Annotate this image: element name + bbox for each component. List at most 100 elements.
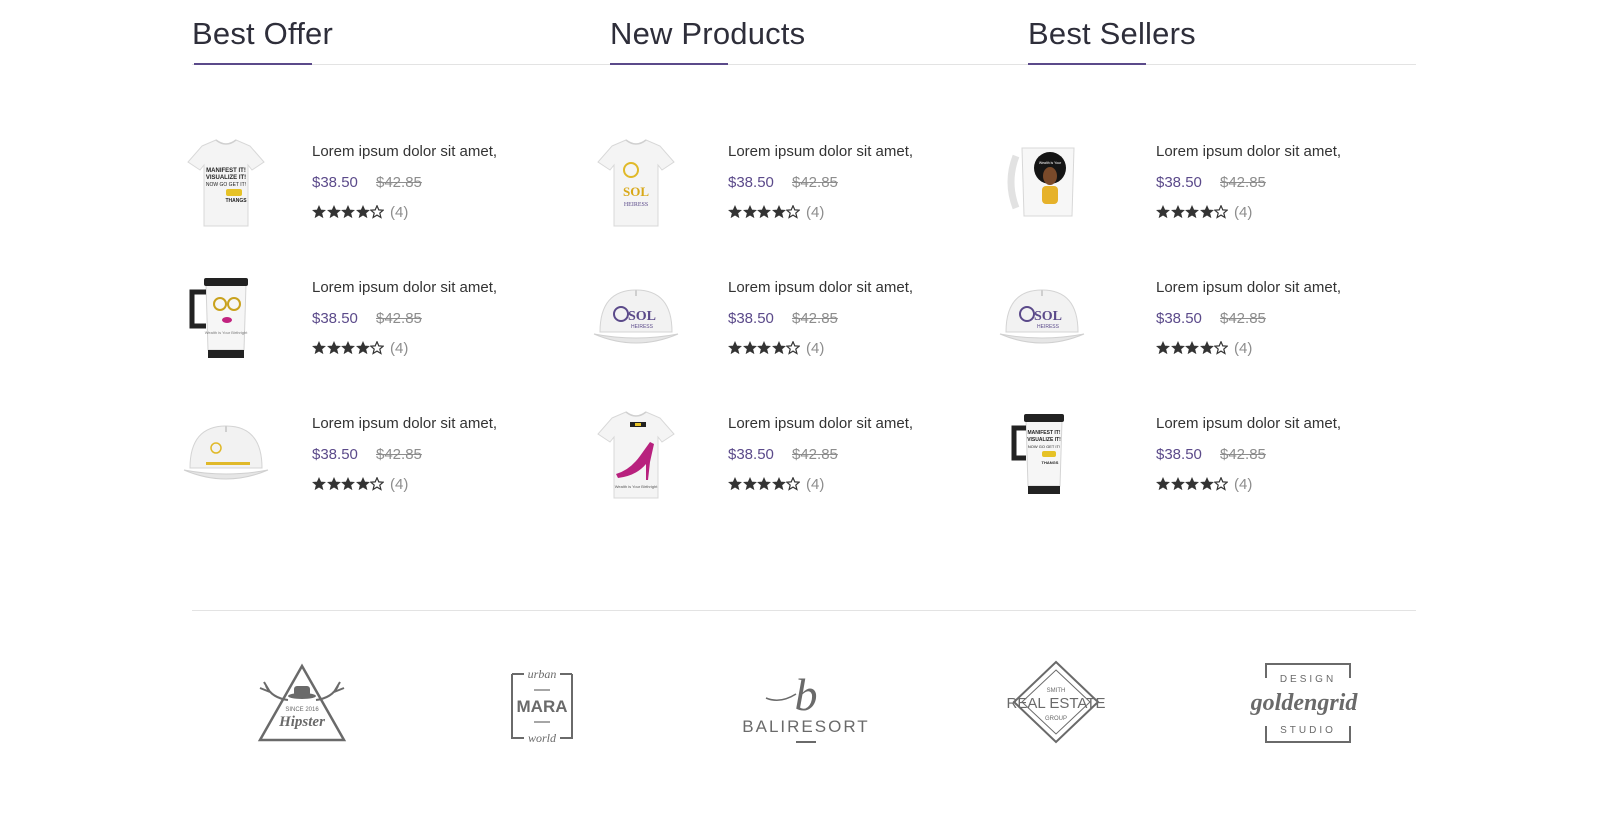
product-title-link[interactable]: Lorem ipsum dolor sit amet,: [1156, 415, 1341, 432]
svg-text:SOL: SOL: [628, 309, 656, 324]
product-title-link[interactable]: Lorem ipsum dolor sit amet,: [728, 279, 913, 296]
star-filled-icon: [312, 477, 326, 491]
svg-text:goldengrid: goldengrid: [1250, 690, 1359, 716]
heading-accent: [1028, 63, 1146, 65]
product-rating: [1156, 476, 1229, 492]
svg-text:MANIFEST IT!: MANIFEST IT!: [1027, 430, 1060, 436]
review-count: (4): [390, 476, 409, 493]
star-empty-icon: [786, 341, 800, 355]
goldengrid-logo: DESIGN goldengrid STUDIO: [1250, 663, 1359, 743]
column-title: New Products: [610, 16, 806, 51]
star-filled-icon: [1156, 477, 1170, 491]
product-item[interactable]: Wealth is Your Birthright Lorem ipsum dol…: [189, 268, 592, 378]
product-old-price: $42.85: [1220, 446, 1266, 463]
heading-accent: [194, 63, 312, 65]
product-price: $38.50: [1156, 310, 1202, 327]
product-price: $38.50: [312, 446, 358, 463]
product-item[interactable]: MANIFEST IT! VISUALIZE IT! NOW GO GET IT…: [1011, 404, 1428, 514]
new-products-column: New Products SOL HEIRESS Lorem ipsum dolo…: [593, 0, 1010, 520]
product-old-price: $42.85: [1220, 174, 1266, 191]
svg-text:b: b: [795, 669, 818, 720]
star-filled-icon: [1156, 341, 1170, 355]
svg-text:HEIRESS: HEIRESS: [1037, 324, 1060, 330]
hipster-logo: SINCE 2016 Hipster: [257, 663, 347, 742]
svg-text:MANIFEST IT!: MANIFEST IT!: [206, 168, 246, 174]
product-image[interactable]: Wealth is Your: [992, 132, 1092, 232]
star-filled-icon: [728, 341, 742, 355]
svg-text:Wealth is Your: Wealth is Your: [1039, 161, 1062, 165]
review-count: (4): [806, 476, 825, 493]
star-filled-icon: [728, 477, 742, 491]
product-item[interactable]: SOL HEIRESS Lorem ipsum dolor sit amet, $3…: [999, 268, 1428, 378]
star-filled-icon: [326, 477, 341, 491]
product-old-price: $42.85: [792, 174, 838, 191]
star-filled-icon: [326, 341, 341, 355]
star-filled-icon: [742, 477, 757, 491]
star-filled-icon: [771, 341, 786, 355]
svg-text:THANGS: THANGS: [1042, 460, 1059, 465]
product-image[interactable]: [176, 404, 276, 504]
star-empty-icon: [370, 341, 384, 355]
column-title: Best Offer: [192, 16, 333, 51]
star-filled-icon: [341, 477, 355, 491]
product-image[interactable]: SOL HEIRESS: [586, 132, 686, 232]
star-filled-icon: [742, 341, 757, 355]
product-image[interactable]: MANIFEST IT! VISUALIZE IT! NOW GO GET IT…: [176, 132, 276, 232]
review-count: (4): [390, 340, 409, 357]
svg-text:DESIGN: DESIGN: [1280, 674, 1336, 685]
brand-logo-mara[interactable]: urban MARA world: [502, 660, 582, 760]
product-price: $38.50: [312, 310, 358, 327]
brand-logo-hipster[interactable]: SINCE 2016 Hipster: [252, 660, 352, 760]
product-title-link[interactable]: Lorem ipsum dolor sit amet,: [1156, 143, 1341, 160]
brand-logos: SINCE 2016 Hipster urban MARA world b BA…: [0, 660, 1600, 760]
product-old-price: $42.85: [376, 446, 422, 463]
best-offer-column: Best Offer MANIFEST IT! VISUALIZE IT! NO…: [183, 0, 1416, 520]
brand-logo-real-estate[interactable]: SMITH REAL ESTATE GROUP: [1006, 660, 1106, 760]
product-title-link[interactable]: Lorem ipsum dolor sit amet,: [1156, 279, 1341, 296]
svg-text:NOW GO GET IT!: NOW GO GET IT!: [206, 182, 246, 188]
product-title-link[interactable]: Lorem ipsum dolor sit amet,: [728, 415, 913, 432]
product-title-link[interactable]: Lorem ipsum dolor sit amet,: [312, 279, 497, 296]
product-image[interactable]: SOL HEIRESS: [992, 268, 1092, 368]
column-title: Best Sellers: [1028, 16, 1196, 51]
heading-accent: [610, 63, 728, 65]
star-filled-icon: [1185, 205, 1199, 219]
svg-text:HEIRESS: HEIRESS: [624, 202, 648, 208]
star-filled-icon: [1199, 477, 1214, 491]
star-empty-icon: [786, 205, 800, 219]
brand-logo-goldengrid[interactable]: DESIGN goldengrid STUDIO: [1246, 660, 1362, 760]
product-image[interactable]: Wealth is Your Birthright: [586, 404, 686, 504]
review-count: (4): [806, 204, 825, 221]
star-filled-icon: [742, 205, 757, 219]
product-title-link[interactable]: Lorem ipsum dolor sit amet,: [312, 415, 497, 432]
product-title-link[interactable]: Lorem ipsum dolor sit amet,: [312, 143, 497, 160]
star-filled-icon: [757, 341, 771, 355]
product-item[interactable]: Wealth is Your Birthright Lorem ipsum dol…: [597, 404, 1010, 514]
product-item[interactable]: MANIFEST IT! VISUALIZE IT! NOW GO GET IT…: [187, 132, 592, 242]
real-estate-logo: SMITH REAL ESTATE GROUP: [1007, 660, 1105, 744]
review-count: (4): [1234, 476, 1253, 493]
svg-text:THANGS: THANGS: [225, 198, 247, 204]
product-item[interactable]: SOL HEIRESS Lorem ipsum dolor sit amet, $3…: [597, 132, 1010, 242]
product-price: $38.50: [728, 174, 774, 191]
star-filled-icon: [1170, 477, 1185, 491]
brand-logo-baliresort[interactable]: b BALIRESORT: [736, 660, 876, 760]
product-image[interactable]: Wealth is Your Birthright: [176, 268, 276, 368]
product-rating: [1156, 340, 1229, 356]
product-item[interactable]: SOL HEIRESS Lorem ipsum dolor sit amet, $3…: [593, 268, 1010, 378]
product-item[interactable]: Lorem ipsum dolor sit amet, $38.50 $42.85 (…: [183, 404, 592, 514]
product-item[interactable]: Wealth is Your Lorem ipsum dolor sit amet…: [1007, 132, 1428, 242]
svg-text:GROUP: GROUP: [1045, 716, 1067, 722]
star-filled-icon: [341, 341, 355, 355]
star-filled-icon: [1185, 341, 1199, 355]
star-filled-icon: [771, 477, 786, 491]
star-empty-icon: [1214, 205, 1228, 219]
product-image[interactable]: SOL HEIRESS: [586, 268, 686, 368]
svg-text:SOL: SOL: [1034, 309, 1062, 324]
product-image[interactable]: MANIFEST IT! VISUALIZE IT! NOW GO GET IT…: [992, 404, 1092, 504]
product-title-link[interactable]: Lorem ipsum dolor sit amet,: [728, 143, 913, 160]
product-old-price: $42.85: [792, 310, 838, 327]
product-rating: [312, 340, 385, 356]
review-count: (4): [390, 204, 409, 221]
section-divider: [192, 610, 1416, 611]
